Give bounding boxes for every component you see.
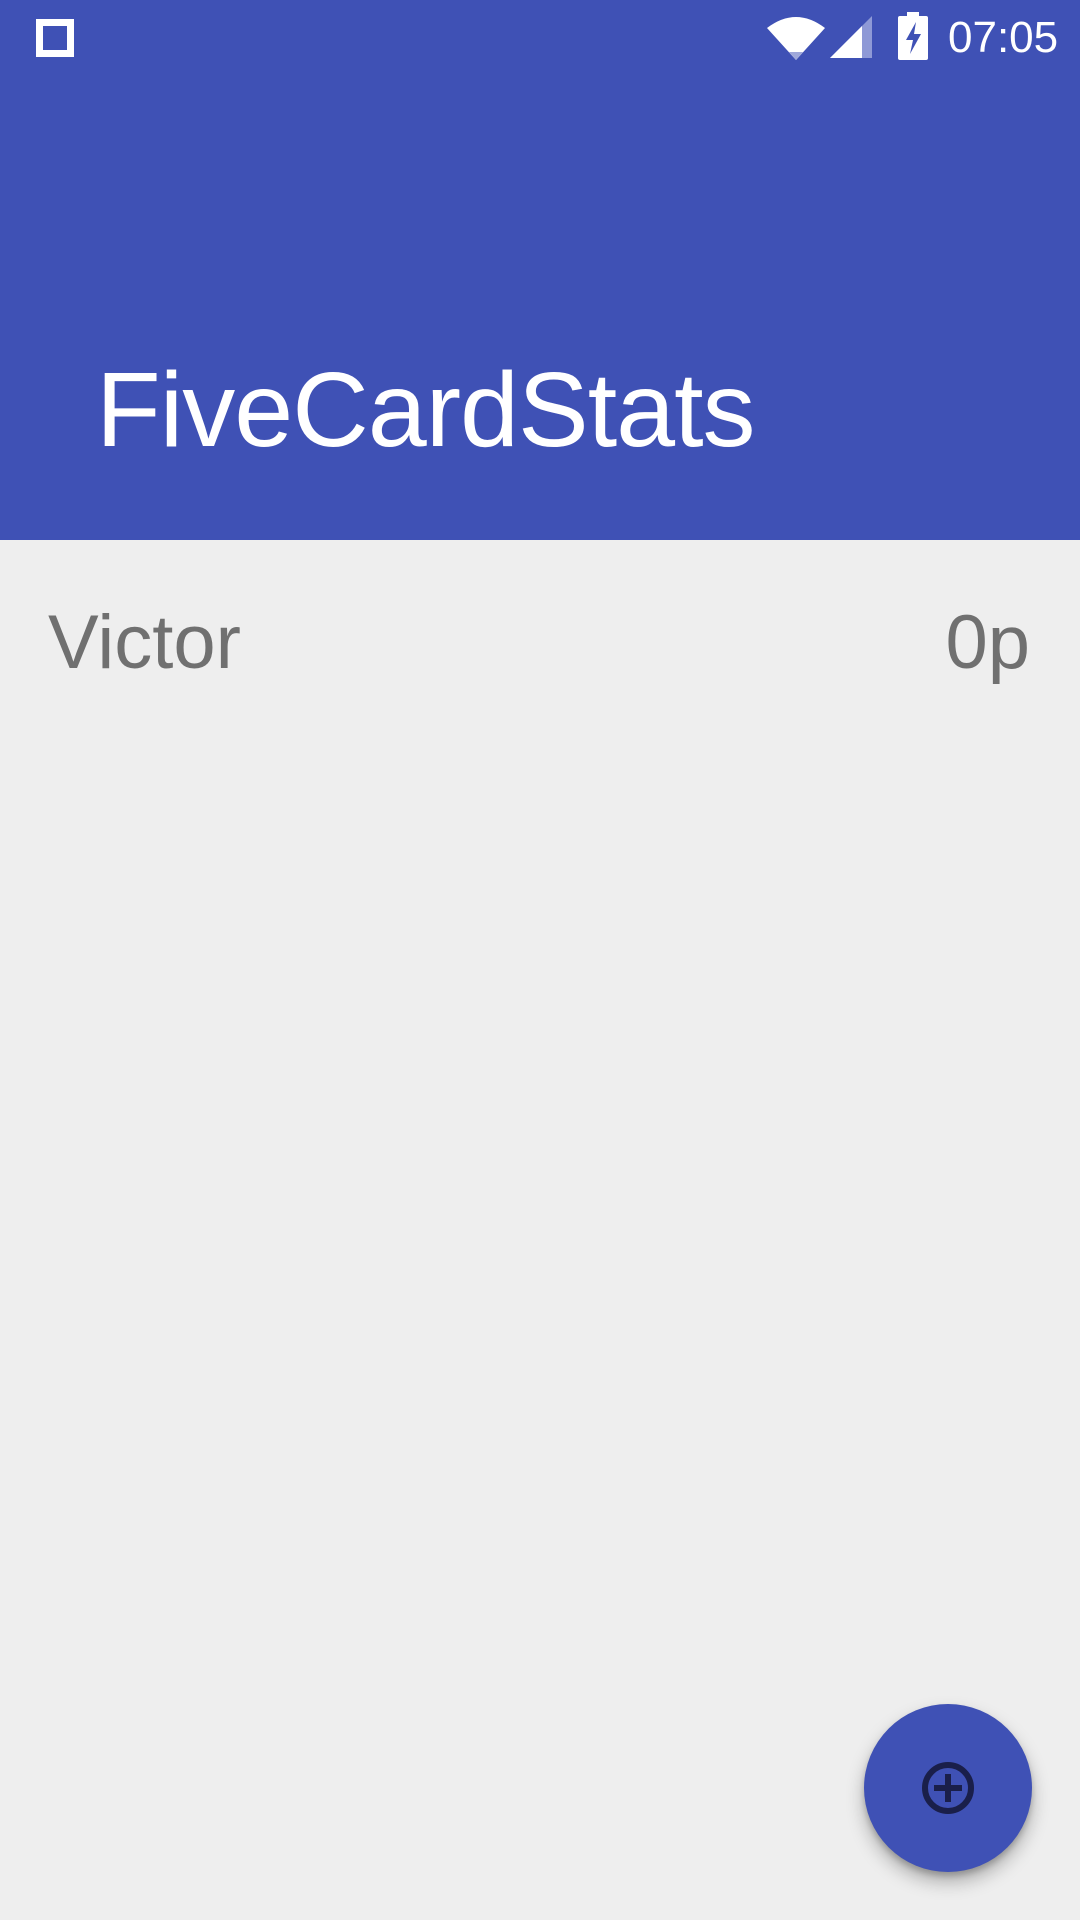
status-bar: 07:05 — [0, 0, 1080, 75]
player-row[interactable]: Victor 0p — [0, 540, 1080, 740]
battery-charging-icon — [898, 12, 928, 60]
add-circle-icon — [922, 1762, 974, 1814]
add-player-fab[interactable] — [864, 1704, 1032, 1872]
app-header: 07:05 FiveCardStats — [0, 0, 1080, 540]
wifi-icon — [767, 17, 825, 60]
cell-signal-icon — [830, 16, 872, 58]
player-name: Victor — [48, 600, 241, 685]
square-notification-icon — [36, 19, 74, 57]
status-time: 07:05 — [948, 13, 1059, 62]
app-title: FiveCardStats — [96, 351, 756, 469]
player-list: Victor 0p — [0, 540, 1080, 740]
player-score: 0p — [945, 600, 1030, 685]
